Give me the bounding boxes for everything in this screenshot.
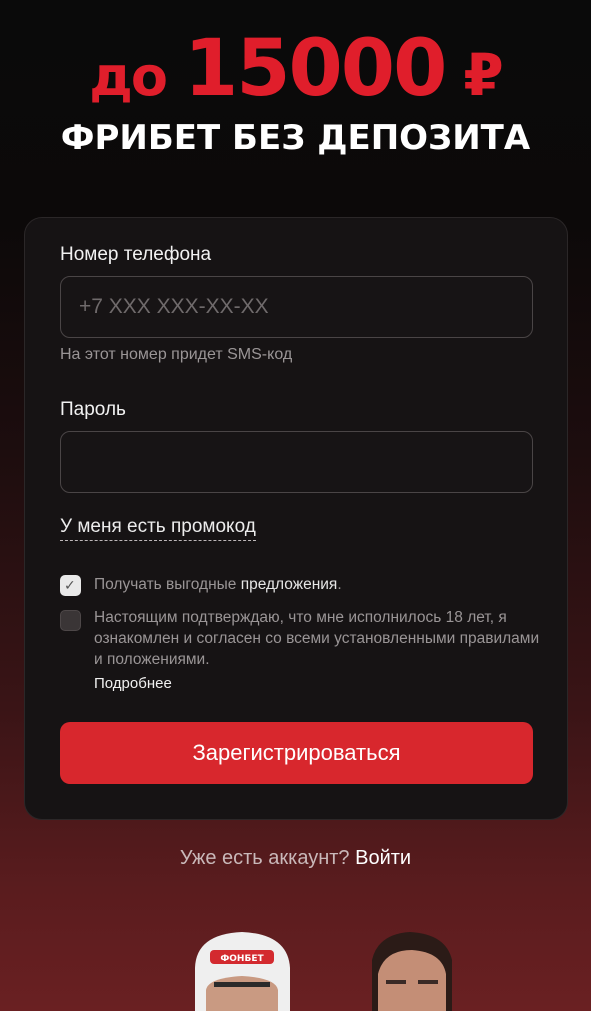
hockey-player-image: ФОНБЕТ bbox=[195, 932, 290, 1011]
promo-subtitle: ФРИБЕТ БЕЗ ДЕПОЗИТА bbox=[60, 118, 531, 158]
password-input[interactable] bbox=[61, 432, 532, 492]
phone-input[interactable] bbox=[61, 277, 532, 337]
phone-field-wrapper bbox=[60, 276, 533, 338]
promo-prefix: до bbox=[89, 45, 168, 108]
age-confirm-checkbox[interactable] bbox=[60, 610, 81, 631]
offers-checkbox[interactable]: ✓ bbox=[60, 575, 81, 596]
offers-highlight: предложения bbox=[240, 576, 338, 593]
checkmark-icon: ✓ bbox=[64, 577, 76, 593]
players-image: ФОНБЕТ bbox=[195, 932, 452, 1011]
login-prompt: Уже есть аккаунт? Войти bbox=[0, 847, 591, 870]
offers-checkbox-label: Получать выгодные предложения. bbox=[94, 574, 544, 595]
promo-amount: до 15000 ₽ bbox=[89, 24, 503, 114]
age-confirm-label: Настоящим подтверждаю, что мне исполнило… bbox=[94, 609, 540, 668]
password-field-wrapper bbox=[60, 431, 533, 493]
password-label: Пароль bbox=[60, 399, 126, 420]
phone-label: Номер телефона bbox=[60, 244, 212, 265]
promo-banner: до 15000 ₽ ФРИБЕТ БЕЗ ДЕПОЗИТА bbox=[0, 30, 591, 158]
more-details-link[interactable]: Подробнее bbox=[94, 675, 172, 692]
promo-code-link[interactable]: У меня есть промокод bbox=[60, 516, 256, 541]
registration-form: Номер телефона На этот номер придет SMS-… bbox=[24, 217, 568, 820]
register-button[interactable]: Зарегистрироваться bbox=[60, 722, 533, 784]
login-question: Уже есть аккаунт? bbox=[179, 847, 356, 869]
promo-value: 15000 bbox=[183, 24, 447, 114]
login-link[interactable]: Войти bbox=[355, 847, 411, 869]
promo-currency: ₽ bbox=[463, 41, 503, 109]
player-portrait-image bbox=[372, 932, 452, 1011]
offers-text: Получать выгодные bbox=[94, 576, 241, 593]
phone-hint: На этот номер придет SMS-код bbox=[60, 346, 293, 363]
helmet-logo: ФОНБЕТ bbox=[220, 954, 264, 964]
offers-text-end: . bbox=[337, 576, 342, 593]
